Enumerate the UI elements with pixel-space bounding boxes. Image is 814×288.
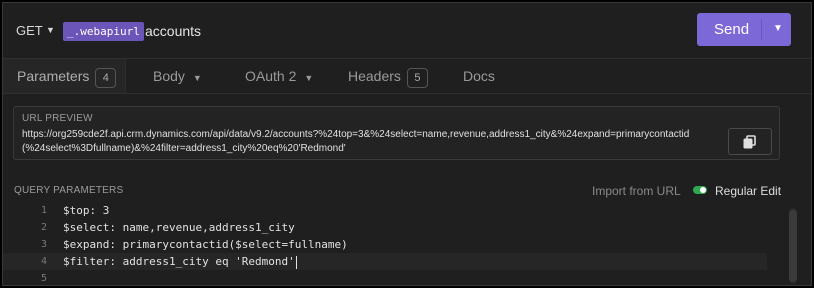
tab-docs[interactable]: Docs	[463, 59, 495, 93]
url-input[interactable]: accounts	[145, 23, 201, 39]
regular-edit-label[interactable]: Regular Edit	[715, 184, 781, 198]
code-text[interactable]: $expand: primarycontactid($select=fullna…	[63, 236, 348, 253]
copy-button[interactable]	[728, 128, 772, 155]
text-cursor	[295, 255, 297, 269]
tab-label: Headers	[348, 68, 401, 84]
method-select[interactable]: GET	[16, 23, 43, 38]
env-variable-tag[interactable]: _.webapiurl	[63, 22, 144, 41]
caret-down-icon: ▼	[304, 73, 314, 83]
query-editor[interactable]: 1 $top: 3 2 $select: name,revenue,addres…	[3, 200, 787, 285]
code-text[interactable]: $select: name,revenue,address1_city	[63, 219, 295, 236]
scrollbar-thumb[interactable]	[789, 210, 797, 282]
import-from-url-link[interactable]: Import from URL	[592, 184, 681, 198]
send-button[interactable]: Send ▼	[697, 13, 791, 46]
tab-label: Docs	[463, 68, 495, 84]
code-text-wrapper[interactable]: $filter: address1_city eq 'Redmond'	[63, 253, 297, 270]
editor-line[interactable]: 5	[3, 270, 767, 285]
tab-headers[interactable]: Headers 5	[348, 59, 428, 93]
url-bar: GET ▼ _.webapiurl accounts Send ▼	[3, 3, 811, 57]
editor-line[interactable]: 1 $top: 3	[3, 202, 767, 219]
editor-line[interactable]: 3 $expand: primarycontactid($select=full…	[3, 236, 767, 253]
code-text[interactable]: $top: 3	[63, 202, 109, 219]
send-divider	[761, 19, 762, 40]
tab-divider	[125, 59, 126, 93]
line-number: 4	[40, 256, 47, 267]
tab-oauth[interactable]: OAuth 2 ▼	[245, 59, 313, 93]
line-number: 5	[40, 273, 47, 284]
tab-body[interactable]: Body ▼	[153, 59, 202, 93]
line-number: 1	[40, 205, 47, 216]
url-preview-text: https://org259cde2f.api.crm.dynamics.com…	[22, 129, 690, 154]
request-panel: GET ▼ _.webapiurl accounts Send ▼ Parame…	[2, 2, 812, 286]
url-preview: URL PREVIEW https://org259cde2f.api.crm.…	[13, 106, 780, 160]
request-tabs: Parameters 4 Body ▼ OAuth 2 ▼ Headers 5 Docs	[3, 58, 811, 94]
editor-scrollbar[interactable]	[789, 208, 797, 284]
url-preview-title: URL PREVIEW	[22, 113, 93, 124]
toggle-knob	[700, 187, 706, 193]
caret-down-icon[interactable]: ▼	[773, 23, 783, 34]
regular-edit-toggle[interactable]	[693, 186, 707, 194]
count-badge: 5	[406, 68, 428, 88]
count-badge: 4	[95, 68, 117, 88]
copy-icon	[743, 135, 756, 149]
tab-parameters[interactable]: Parameters 4	[3, 59, 125, 93]
tab-label: OAuth 2	[245, 68, 297, 84]
editor-line[interactable]: 2 $select: name,revenue,address1_city	[3, 219, 767, 236]
query-parameters-title: QUERY PARAMETERS	[14, 185, 124, 196]
caret-down-icon: ▼	[192, 73, 202, 83]
code-text[interactable]: $filter: address1_city eq 'Redmond'	[63, 255, 295, 268]
editor-line-current[interactable]: 4 $filter: address1_city eq 'Redmond'	[3, 253, 767, 270]
caret-down-icon[interactable]: ▼	[46, 25, 55, 35]
line-number: 2	[40, 222, 47, 233]
send-label: Send	[714, 21, 750, 38]
tab-label: Parameters	[17, 68, 90, 84]
line-number: 3	[40, 239, 47, 250]
tab-label: Body	[153, 68, 185, 84]
